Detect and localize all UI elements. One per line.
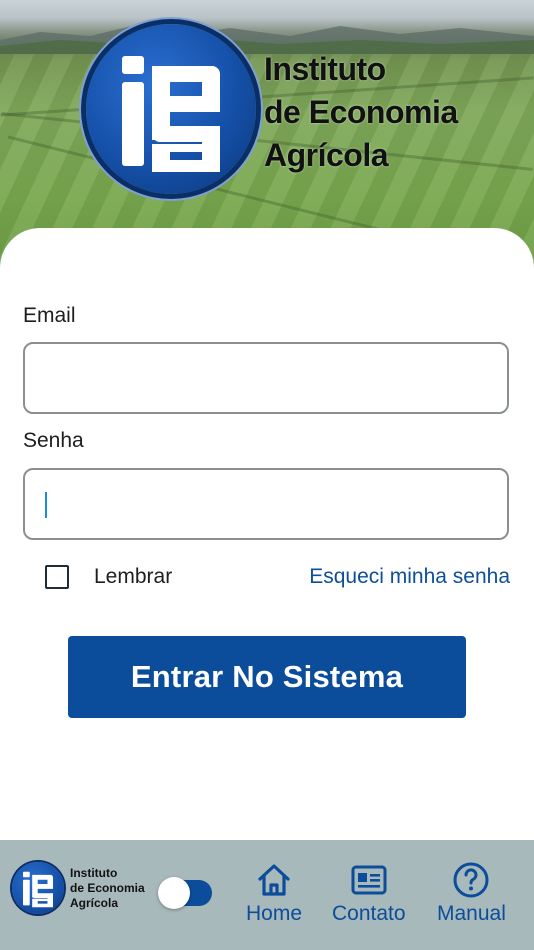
toggle-knob[interactable] <box>158 877 190 909</box>
email-label: Email <box>23 304 76 327</box>
password-label: Senha <box>23 429 84 452</box>
nav-contato-label: Contato <box>332 902 406 925</box>
institute-name-small: Instituto de Economia Agrícola <box>70 866 145 911</box>
logo-line: de Economia <box>70 881 145 895</box>
iea-logo-small <box>12 862 64 914</box>
remember-checkbox[interactable] <box>45 565 69 589</box>
nav-home-label: Home <box>246 902 303 925</box>
forgot-password-link[interactable]: Esqueci minha senha <box>309 565 510 589</box>
logo-line: de Economia <box>264 94 458 130</box>
remember-label[interactable]: Lembrar <box>94 565 172 589</box>
nav-manual-label: Manual <box>437 902 506 925</box>
text-caret <box>45 492 47 518</box>
nav-contato[interactable]: Contato <box>332 860 406 926</box>
iea-logo-mark <box>122 56 220 172</box>
iea-logo-mark-small <box>23 871 53 908</box>
nav-manual[interactable]: Manual <box>437 860 506 926</box>
login-button[interactable]: Entrar No Sistema <box>68 636 466 718</box>
password-field[interactable] <box>23 468 509 540</box>
iea-logo <box>86 24 256 194</box>
help-circle-icon <box>453 862 489 898</box>
institute-name: Instituto de Economia Agrícola <box>264 48 458 177</box>
nav-home[interactable]: Home <box>246 860 302 926</box>
theme-toggle[interactable] <box>158 877 212 909</box>
logo-line: Agrícola <box>264 137 389 173</box>
home-icon <box>258 864 290 896</box>
logo-line: Agrícola <box>70 896 119 910</box>
logo-line: Instituto <box>70 866 118 880</box>
contact-card-icon <box>351 865 387 895</box>
email-field[interactable] <box>23 342 509 414</box>
logo-line: Instituto <box>264 51 386 87</box>
